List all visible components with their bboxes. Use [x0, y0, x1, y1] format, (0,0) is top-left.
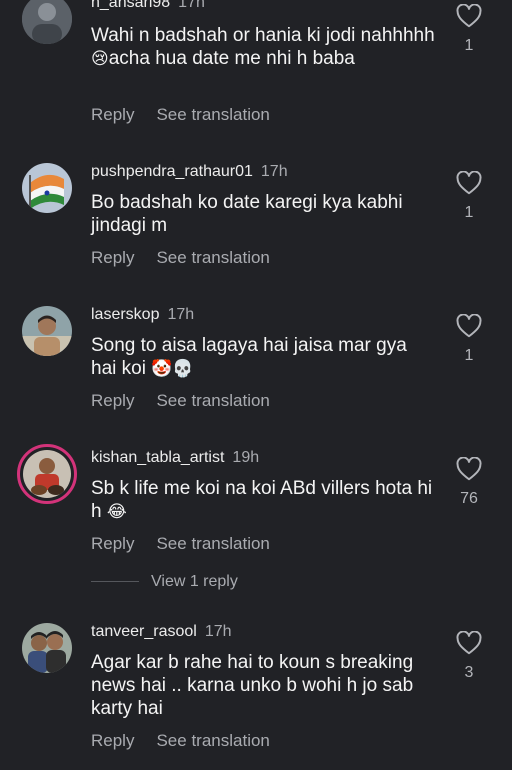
comment-time: 17h	[167, 306, 195, 323]
see-translation-button[interactable]: See translation	[156, 105, 269, 124]
like-button[interactable]: 76	[454, 457, 484, 508]
reply-button[interactable]: Reply	[91, 731, 134, 750]
see-translation-button[interactable]: See translation	[156, 731, 269, 750]
heart-outline-icon	[456, 631, 482, 655]
comment-item: tanveer_rasool 17h Agar kar b rahe hai to…	[0, 623, 512, 763]
like-button[interactable]: 1	[454, 4, 484, 55]
comment-username[interactable]: pushpendra_rathaur01	[91, 163, 253, 180]
heart-outline-icon	[456, 314, 482, 338]
reply-button[interactable]: Reply	[91, 534, 134, 553]
comment-username[interactable]: kishan_tabla_artist	[91, 449, 224, 466]
see-translation-button[interactable]: See translation	[156, 391, 269, 410]
like-button[interactable]: 1	[454, 171, 484, 222]
comment-username[interactable]: laserskop	[91, 306, 159, 323]
like-button[interactable]: 1	[454, 314, 484, 365]
reply-button[interactable]: Reply	[91, 391, 134, 410]
reply-button[interactable]: Reply	[91, 105, 134, 124]
comment-text: Bo badshah ko date karegi kya kabhi jind…	[91, 192, 403, 236]
crying-face-emoji: 😢	[91, 49, 109, 69]
avatar[interactable]	[22, 623, 72, 673]
comment-item: laserskop 17h Song to aisa lagaya hai jai…	[0, 306, 512, 416]
comment-username[interactable]: n_ansari98	[91, 0, 170, 11]
comment-item: kishan_tabla_artist 19h Sb k life me koi …	[0, 444, 512, 589]
comment-time: 17h	[204, 623, 232, 640]
like-count: 1	[464, 347, 474, 364]
heart-outline-icon	[456, 4, 482, 28]
see-translation-button[interactable]: See translation	[156, 248, 269, 267]
avatar-with-story-ring[interactable]	[17, 444, 77, 504]
avatar[interactable]	[22, 163, 72, 213]
replies-divider	[91, 581, 139, 583]
comment-text: Wahi n badshah or hania ki jodi nahhhhh😢…	[91, 25, 435, 69]
heart-outline-icon	[456, 457, 482, 481]
comment-time: 17h	[178, 0, 205, 11]
comment-text: Song to aisa lagaya hai jaisa mar gya ha…	[91, 335, 407, 379]
avatar[interactable]	[22, 0, 72, 44]
reply-button[interactable]: Reply	[91, 248, 134, 267]
like-button[interactable]: 3	[454, 631, 484, 682]
comment-time: 19h	[232, 449, 260, 466]
comment-time: 17h	[260, 163, 288, 180]
like-count: 3	[464, 664, 474, 681]
avatar[interactable]	[22, 306, 72, 356]
clown-skull-emoji: 🤡💀	[151, 359, 194, 379]
laughing-emoji: 😂	[106, 502, 127, 522]
comment-text: Agar kar b rahe hai to koun s breaking n…	[91, 652, 414, 719]
comment-username[interactable]: tanveer_rasool	[91, 623, 197, 640]
like-count: 1	[464, 37, 474, 54]
like-count: 76	[460, 490, 478, 507]
comment-item: pushpendra_rathaur01 17h Bo badshah ko da…	[0, 163, 512, 273]
comment-item: n_ansari98 17h Wahi n badshah or hania ki…	[0, 0, 512, 124]
comment-text: Sb k life me koi na koi ABd villers hota…	[91, 478, 433, 522]
heart-outline-icon	[456, 171, 482, 195]
like-count: 1	[464, 204, 474, 221]
see-translation-button[interactable]: See translation	[156, 534, 269, 553]
view-replies-button[interactable]: View 1 reply	[91, 573, 238, 591]
